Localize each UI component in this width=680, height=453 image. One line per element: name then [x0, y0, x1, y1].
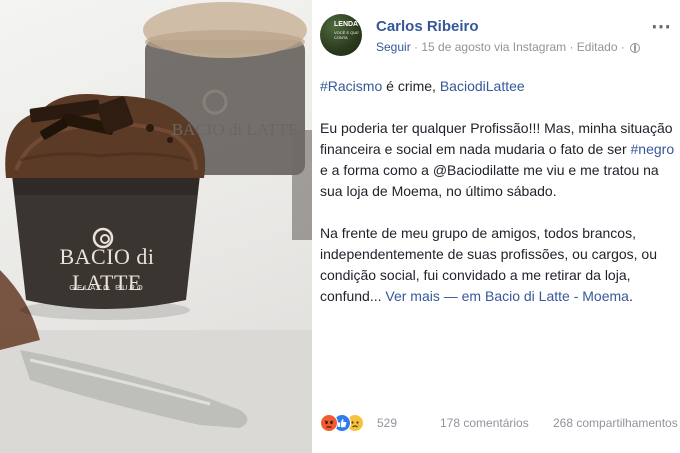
- hashtag-link[interactable]: #Racismo: [320, 78, 382, 94]
- follow-link[interactable]: Seguir: [376, 40, 411, 54]
- post-content: LENDA VOCÊ E QUE CONTA Carlos Ribeiro Se…: [312, 0, 680, 453]
- shares-count[interactable]: 268 compartilhamentos: [553, 416, 678, 430]
- post-paragraph: Na frente de meu grupo de amigos, todos …: [320, 223, 676, 307]
- post-paragraph: Eu poderia ter qualquer Profissão!!! Mas…: [320, 118, 676, 202]
- post-header: LENDA VOCÊ E QUE CONTA Carlos Ribeiro Se…: [320, 14, 676, 58]
- reactions-summary[interactable]: [320, 413, 376, 432]
- post-text: #Racismo é crime, BaciodiLattee Eu poder…: [320, 76, 676, 328]
- avatar-subtext: VOCÊ E QUE CONTA: [334, 30, 359, 40]
- post-footer: 529 178 comentários 268 compartilhamento…: [320, 413, 680, 433]
- reactions-count[interactable]: 529: [377, 416, 397, 430]
- location-prefix: — em: [439, 288, 485, 304]
- comments-count[interactable]: 178 comentários: [440, 416, 529, 430]
- paragraph-text: é crime,: [382, 78, 440, 94]
- see-more-link[interactable]: Ver mais: [385, 288, 439, 304]
- post-paragraph: #Racismo é crime, BaciodiLattee: [320, 76, 676, 97]
- mention-link[interactable]: BaciodiLattee: [440, 78, 525, 94]
- post-date-source[interactable]: 15 de agosto via Instagram: [421, 40, 566, 54]
- paragraph-text: e a forma como a @Baciodilatte me viu e …: [320, 162, 659, 199]
- meta-separator: ·: [410, 40, 422, 54]
- facebook-post: BACIO di LATTE GELATO PURO BACIO di LATT…: [0, 0, 680, 453]
- angry-icon: [320, 414, 338, 432]
- more-options-icon[interactable]: ⋯: [651, 14, 672, 39]
- hashtag-link[interactable]: #negro: [631, 141, 675, 157]
- post-photo[interactable]: BACIO di LATTE GELATO PURO BACIO di LATT…: [0, 0, 312, 453]
- location-link[interactable]: Bacio di Latte - Moema: [485, 288, 629, 304]
- avatar-text: LENDA: [334, 21, 359, 28]
- post-meta: Seguir · 15 de agosto via Instagram · Ed…: [376, 40, 641, 54]
- meta-separator: ·: [566, 40, 577, 54]
- author-name[interactable]: Carlos Ribeiro: [376, 18, 479, 35]
- avatar[interactable]: LENDA VOCÊ E QUE CONTA: [320, 14, 362, 56]
- cup-sub-text: GELATO PURO: [69, 283, 145, 292]
- gelato-photo-illustration: [0, 2, 312, 453]
- back-cup-brand-text: BACIO di LATTE: [171, 120, 299, 139]
- paragraph-text: .: [628, 288, 633, 304]
- paragraph-text: Eu poderia ter qualquer Profissão!!! Mas…: [320, 120, 673, 157]
- edited-label[interactable]: Editado: [577, 40, 618, 54]
- globe-icon: [630, 43, 641, 53]
- meta-separator: ·: [617, 40, 629, 54]
